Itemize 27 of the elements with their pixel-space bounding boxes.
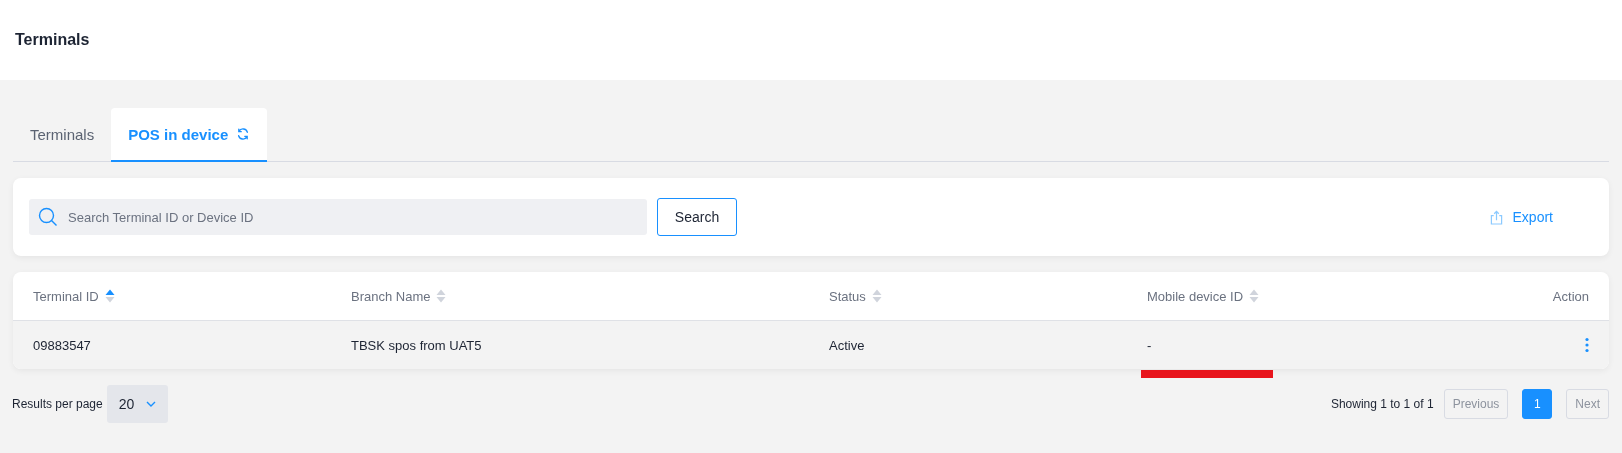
page-title: Terminals (15, 31, 90, 49)
per-page-label: Results per page (12, 397, 103, 411)
page-button[interactable]: 1 (1522, 389, 1553, 419)
sort-icon[interactable] (1249, 289, 1260, 303)
upload-icon (1489, 209, 1503, 225)
export-button[interactable]: Export (1483, 208, 1559, 226)
per-page-select[interactable]: 20 (106, 385, 169, 423)
sort-icon[interactable] (104, 289, 115, 303)
more-icon[interactable] (1585, 337, 1589, 353)
column-header[interactable]: Terminal ID (33, 288, 99, 304)
sort-icon[interactable] (436, 289, 447, 303)
tab[interactable]: Terminals (13, 108, 112, 162)
table-cell: 09883547 (33, 337, 91, 353)
table-cell: Active (829, 337, 865, 353)
search-field[interactable]: Search Terminal ID or Device ID (29, 199, 647, 235)
tab[interactable]: POS in device (111, 108, 268, 162)
chevron-icon (146, 401, 157, 407)
table-cell: TBSK spos from UAT5 (351, 337, 482, 353)
search-button[interactable]: Search (657, 198, 737, 236)
results-summary: Showing 1 to 1 of 1 (1330, 397, 1434, 411)
table-cell: - (1147, 337, 1152, 353)
column-header[interactable]: Branch Name (351, 288, 431, 304)
column-header[interactable]: Action (1552, 288, 1589, 304)
column-header[interactable]: Mobile device ID (1147, 288, 1244, 304)
sort-icon[interactable] (871, 289, 882, 303)
column-header[interactable]: Status (829, 288, 866, 304)
refresh-icon[interactable] (236, 127, 251, 141)
